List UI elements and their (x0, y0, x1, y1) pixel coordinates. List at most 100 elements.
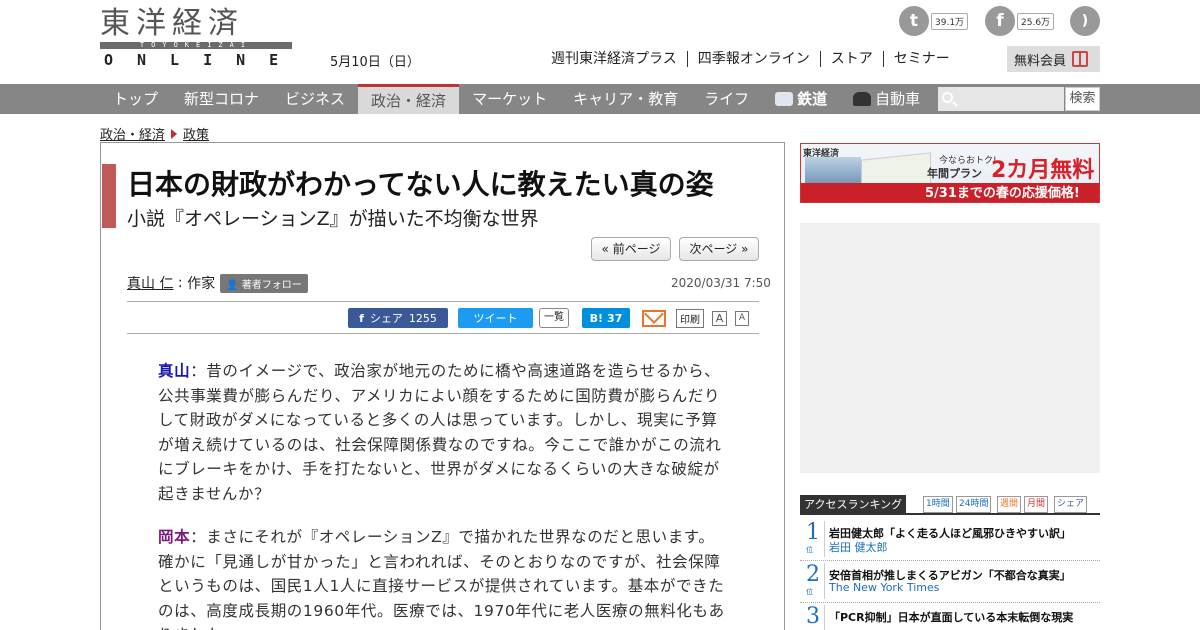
rank-suffix: 位 (806, 588, 813, 596)
top-link-seminar[interactable]: セミナー (882, 51, 960, 67)
share-toolbar: f シェア 1255 ツイート 一覧 B! 37 印刷 A A (348, 307, 749, 329)
ranking-tab-1h[interactable]: 1時間 (923, 496, 953, 513)
article-paragraph: 真山：昔のイメージで、政治家が地元のために橋や高速道路を造らせるから、公共事業費… (158, 359, 726, 506)
article-title: 日本の財政がわかってない人に教えたい真の姿 (127, 168, 714, 201)
tweet-label: ツイート (473, 312, 518, 325)
divider-bottom (127, 333, 759, 334)
rss-link[interactable]: ) (1070, 6, 1100, 36)
facebook-follow[interactable]: f 25.6万 (985, 6, 1055, 36)
article-paragraph: 岡本：まさにそれが『オペレーションZ』で描かれた世界なのだと思います。確かに「見… (158, 525, 726, 630)
tweet-list-button[interactable]: 一覧 (539, 308, 569, 328)
nav-market[interactable]: マーケット (459, 84, 560, 114)
follow-label: 著者フォロー (241, 279, 302, 291)
breadcrumb-policy[interactable]: 政策 (183, 124, 209, 143)
hatena-bookmark-button[interactable]: B! 37 (582, 308, 630, 328)
banner-offer: 2カ月無料 (991, 158, 1095, 183)
facebook-icon: f (985, 6, 1015, 36)
article-subtitle: 小説『オペレーションZ』が描いた不均衡な世界 (127, 208, 539, 230)
logo-sub: TOYOKEIZAI (139, 41, 253, 49)
ranking-tab-month[interactable]: 月間 (1024, 496, 1049, 513)
search-button[interactable]: 検索 (1065, 87, 1100, 111)
ranking-list: 1 位 岩田健太郎「よく走る人ほど風邪ひきやすい訳」 岩田 健太郎 2 位 安倍… (800, 519, 1100, 630)
rank-divider (824, 563, 825, 599)
subscription-banner[interactable]: 東洋経済 今ならおトク! 年間プラン 2カ月無料 5/31までの春の応援価格! (800, 143, 1100, 203)
rank-source[interactable]: The New York Times (829, 581, 939, 594)
top-link-weekly[interactable]: 週刊東洋経済プラス (551, 51, 687, 67)
tweet-button[interactable]: ツイート (458, 308, 533, 328)
banner-strip: 5/31までの春の応援価格! (801, 183, 1099, 202)
font-large-button[interactable]: A (712, 310, 727, 326)
facebook-share-label: シェア (369, 312, 403, 325)
site-logo[interactable]: 東洋経済 TOYOKEIZAI ONLINE (100, 8, 292, 68)
ranking-item[interactable]: 1 位 岩田健太郎「よく走る人ほど風邪ひきやすい訳」 岩田 健太郎 (800, 519, 1100, 561)
car-icon (853, 92, 872, 106)
train-icon (775, 92, 794, 106)
rank-number: 3 (806, 604, 820, 629)
rank-title: 「PCR抑制」日本が直面している本末転倒な現実 (829, 611, 1074, 624)
search-input[interactable] (938, 87, 1064, 111)
paragraph-text: ：昔のイメージで、政治家が地元のために橋や高速道路を造らせるから、公共事業費が膨… (158, 362, 722, 503)
article: 日本の財政がわかってない人に教えたい真の姿 小説『オペレーションZ』が描いた不均… (100, 142, 785, 630)
speaker-name: 真山 (158, 362, 191, 380)
top-link-store[interactable]: ストア (819, 51, 883, 67)
hatena-count: 37 (607, 311, 623, 325)
ranking-title: アクセスランキング (800, 495, 907, 514)
nav-car[interactable]: 自動車 (840, 84, 933, 114)
top-links: 週刊東洋経済プラス 四季報オンライン ストア セミナー (551, 51, 960, 67)
twitter-count: 39.1万 (931, 12, 969, 30)
breadcrumb-politics[interactable]: 政治・経済 (100, 124, 165, 143)
ranking-tab-24h[interactable]: 24時間 (956, 496, 992, 513)
ranking-tab-share[interactable]: シェア (1054, 496, 1088, 513)
nav-railway-label: 鉄道 (797, 90, 828, 108)
ranking-tab-week[interactable]: 週間 (997, 496, 1022, 513)
author-name[interactable]: 真山 仁 (127, 273, 173, 293)
current-date: 5月10日（日） (330, 55, 420, 70)
mail-icon[interactable] (642, 309, 666, 327)
author-separator: : (173, 275, 188, 291)
breadcrumb: 政治・経済 政策 (100, 124, 209, 143)
facebook-share-count: 1255 (408, 311, 437, 325)
top-link-shikiho[interactable]: 四季報オンライン (686, 51, 820, 67)
author-line: 真山 仁 : 作家 👤 著者フォロー (127, 273, 308, 293)
rank-suffix: 位 (806, 546, 813, 554)
logo-kanji: 東洋経済 (100, 6, 244, 41)
next-page-button[interactable]: 次ページ » (679, 237, 759, 261)
facebook-share-icon: f (359, 311, 364, 325)
nav-railway[interactable]: 鉄道 (762, 84, 840, 114)
breadcrumb-arrow-icon (171, 128, 178, 139)
free-member-button[interactable]: 無料会員 (1007, 46, 1100, 72)
gift-icon (1072, 51, 1089, 67)
search-icon (942, 92, 953, 103)
rank-divider (824, 605, 825, 630)
facebook-share-button[interactable]: f シェア 1255 (348, 308, 448, 328)
twitter-follow[interactable]: t 39.1万 (899, 6, 969, 36)
rank-source[interactable]: 岩田 健太郎 (829, 539, 888, 555)
facebook-count: 25.6万 (1017, 12, 1055, 30)
main-nav: トップ 新型コロナ ビジネス 政治・経済 マーケット キャリア・教育 ライフ 鉄… (0, 84, 1200, 114)
speaker-name: 岡本 (158, 528, 191, 546)
paragraph-text: ：まさにそれが『オペレーションZ』で描かれた世界なのだと思います。確かに「見通し… (158, 528, 725, 630)
rank-number: 1 (806, 520, 820, 545)
ranking-item[interactable]: 3 「PCR抑制」日本が直面している本末転倒な現実 (800, 603, 1100, 630)
member-label: 無料会員 (1014, 53, 1067, 69)
nav-corona[interactable]: 新型コロナ (171, 84, 272, 114)
nav-life[interactable]: ライフ (691, 84, 762, 114)
nav-car-label: 自動車 (875, 90, 921, 108)
title-accent (102, 164, 116, 228)
nav-career[interactable]: キャリア・教育 (560, 84, 691, 114)
ranking-header: アクセスランキング 1時間 24時間 週間 月間 シェア (800, 495, 1100, 515)
ranking-item[interactable]: 2 位 安倍首相が推しまくるアビガン「不都合な真実」 The New York … (800, 561, 1100, 603)
hatena-icon: B! (589, 311, 604, 325)
nav-politics-economy[interactable]: 政治・経済 (358, 84, 460, 114)
logo-online: ONLINE (104, 51, 303, 69)
font-small-button[interactable]: A (735, 310, 749, 326)
print-button[interactable]: 印刷 (676, 308, 704, 328)
publish-date: 2020/03/31 7:50 (671, 276, 771, 290)
twitter-icon: t (899, 6, 929, 36)
rank-divider (824, 521, 825, 557)
follow-author-button[interactable]: 👤 著者フォロー (220, 273, 308, 293)
rank-number: 2 (806, 562, 820, 587)
nav-business[interactable]: ビジネス (272, 84, 358, 114)
nav-top[interactable]: トップ (100, 84, 171, 114)
prev-page-button[interactable]: « 前ページ (591, 237, 671, 261)
